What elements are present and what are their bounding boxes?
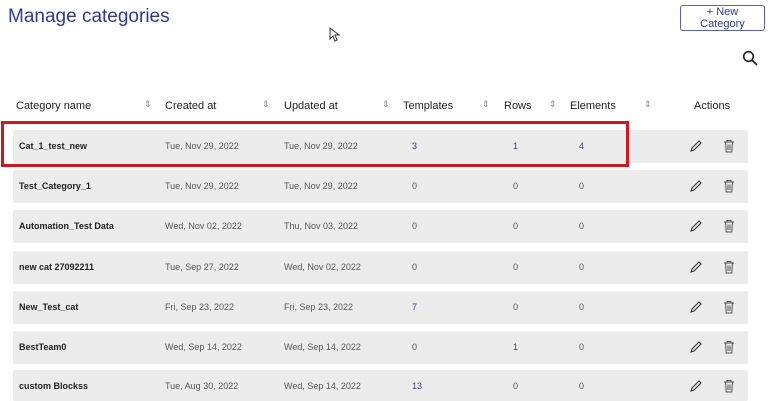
sort-icon[interactable]: ⇕: [382, 99, 390, 110]
templates-count: 0: [412, 262, 418, 272]
category-name[interactable]: new cat 27092211: [19, 262, 94, 272]
category-name[interactable]: custom Blockss: [19, 381, 88, 391]
header-updated-at[interactable]: Updated at: [284, 100, 338, 112]
category-name[interactable]: Test_Category_1: [19, 181, 91, 191]
category-name[interactable]: New_Test_cat: [19, 302, 78, 312]
table-row[interactable]: New_Test_cat Fri, Sep 23, 2022 Fri, Sep …: [13, 291, 748, 324]
created-at: Tue, Aug 30, 2022: [165, 381, 239, 391]
highlight-box: [1, 121, 629, 167]
pencil-icon[interactable]: [689, 379, 703, 393]
trash-icon[interactable]: [723, 139, 735, 153]
header-elements[interactable]: Elements: [570, 100, 616, 112]
pencil-icon[interactable]: [689, 219, 703, 233]
templates-count: 0: [412, 181, 418, 191]
pencil-icon[interactable]: [689, 300, 703, 314]
templates-count[interactable]: 13: [412, 381, 422, 391]
sort-icon[interactable]: ⇕: [262, 99, 270, 110]
category-name[interactable]: BestTeam0: [19, 342, 66, 352]
updated-at: Wed, Sep 14, 2022: [284, 381, 361, 391]
elements-count: 0: [579, 181, 585, 191]
updated-at: Tue, Nov 29, 2022: [284, 181, 358, 191]
created-at: Tue, Nov 29, 2022: [165, 181, 239, 191]
sort-icon[interactable]: ⇕: [644, 99, 652, 110]
trash-icon[interactable]: [723, 300, 735, 314]
elements-count: 0: [579, 262, 585, 272]
new-category-button[interactable]: + New Category: [680, 5, 765, 31]
trash-icon[interactable]: [723, 260, 735, 274]
page-title: Manage categories: [8, 6, 170, 27]
search-icon[interactable]: [742, 50, 758, 66]
header-created-at[interactable]: Created at: [165, 100, 216, 112]
rows-count: 0: [513, 181, 519, 191]
mouse-cursor-icon: [329, 27, 341, 42]
trash-icon[interactable]: [723, 340, 735, 354]
updated-at: Wed, Nov 02, 2022: [284, 262, 361, 272]
elements-count: 0: [579, 381, 585, 391]
table-header: Category name ⇕ Created at ⇕ Updated at …: [0, 92, 778, 122]
updated-at: Wed, Sep 14, 2022: [284, 342, 361, 352]
trash-icon[interactable]: [723, 179, 735, 193]
header-rows[interactable]: Rows: [504, 100, 532, 112]
sort-icon[interactable]: ⇕: [549, 99, 557, 110]
sort-icon[interactable]: ⇕: [482, 99, 490, 110]
table-row[interactable]: Test_Category_1 Tue, Nov 29, 2022 Tue, N…: [13, 170, 748, 203]
table-row[interactable]: new cat 27092211 Tue, Sep 27, 2022 Wed, …: [13, 251, 748, 284]
pencil-icon[interactable]: [689, 340, 703, 354]
created-at: Wed, Sep 14, 2022: [165, 342, 242, 352]
elements-count: 0: [579, 302, 585, 312]
rows-count: 0: [513, 221, 519, 231]
created-at: Wed, Nov 02, 2022: [165, 221, 242, 231]
header-actions: Actions: [694, 100, 731, 112]
table-row[interactable]: custom Blockss Tue, Aug 30, 2022 Wed, Se…: [13, 370, 748, 401]
created-at: Fri, Sep 23, 2022: [165, 302, 235, 312]
table-row[interactable]: BestTeam0 Wed, Sep 14, 2022 Wed, Sep 14,…: [13, 331, 748, 364]
elements-count: 0: [579, 221, 585, 231]
updated-at: Thu, Nov 03, 2022: [284, 221, 359, 231]
rows-count: 0: [513, 302, 519, 312]
pencil-icon[interactable]: [689, 139, 703, 153]
pencil-icon[interactable]: [689, 260, 703, 274]
elements-count: 0: [579, 342, 585, 352]
templates-count: 0: [412, 342, 418, 352]
trash-icon[interactable]: [723, 379, 735, 393]
rows-count[interactable]: 1: [513, 342, 518, 352]
table-row[interactable]: Automation_Test Data Wed, Nov 02, 2022 T…: [13, 210, 748, 243]
sort-icon[interactable]: ⇕: [144, 99, 152, 110]
category-name[interactable]: Automation_Test Data: [19, 221, 114, 231]
header-category-name[interactable]: Category name: [16, 100, 91, 112]
trash-icon[interactable]: [723, 219, 735, 233]
pencil-icon[interactable]: [689, 179, 703, 193]
rows-count: 0: [513, 381, 519, 391]
rows-count: 0: [513, 262, 519, 272]
updated-at: Fri, Sep 23, 2022: [284, 302, 354, 312]
created-at: Tue, Sep 27, 2022: [165, 262, 239, 272]
header-templates[interactable]: Templates: [403, 100, 453, 112]
templates-count: 0: [412, 221, 418, 231]
templates-count[interactable]: 7: [412, 302, 417, 312]
